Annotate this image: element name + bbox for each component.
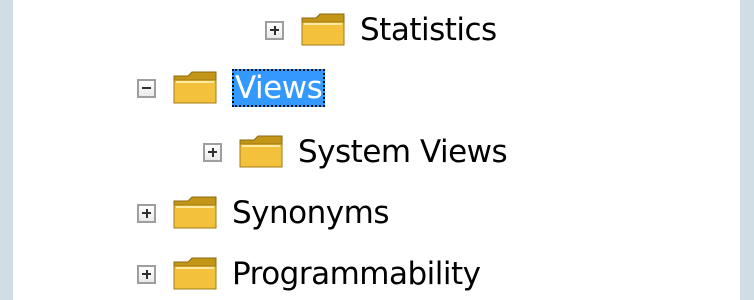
tree-node-label[interactable]: Statistics	[360, 11, 497, 49]
collapse-minus-icon[interactable]	[137, 78, 156, 98]
folder-icon	[172, 196, 218, 230]
folder-icon	[300, 13, 346, 47]
expand-plus-icon[interactable]	[203, 142, 222, 162]
tree-node-synonyms[interactable]: Synonyms	[137, 188, 389, 238]
tree-node-views[interactable]: Views	[137, 63, 326, 113]
expand-plus-icon[interactable]	[137, 203, 156, 223]
tree-node-statistics[interactable]: Statistics	[265, 5, 497, 55]
tree-node-label[interactable]: Synonyms	[232, 194, 389, 232]
folder-icon	[172, 71, 218, 105]
expand-plus-icon[interactable]	[137, 264, 156, 284]
folder-icon	[172, 257, 218, 291]
tree-node-label-selected[interactable]: Views	[232, 69, 326, 107]
expand-plus-icon[interactable]	[265, 20, 284, 40]
folder-icon	[238, 135, 284, 169]
tree-node-system-views[interactable]: System Views	[203, 127, 508, 177]
tree-node-programmability[interactable]: Programmability	[137, 249, 481, 299]
tree-node-label[interactable]: System Views	[298, 133, 508, 171]
tree-node-label[interactable]: Programmability	[232, 255, 481, 293]
object-explorer-tree: Statistics Views System Views Synonyms P…	[13, 0, 740, 300]
